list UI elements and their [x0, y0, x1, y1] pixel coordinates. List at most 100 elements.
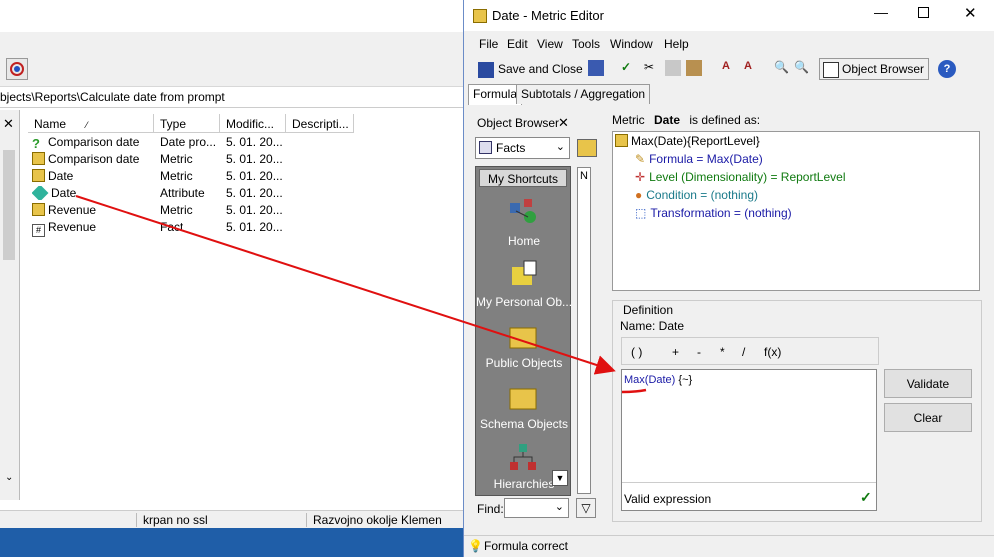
- clear-button[interactable]: Clear: [884, 403, 972, 432]
- folder-icon: [508, 322, 538, 352]
- chevron-down-icon: ⌄: [554, 501, 564, 513]
- shortcut-public-objects[interactable]: Public Objects: [476, 356, 572, 370]
- scroll-down-arrow-icon[interactable]: ▼: [552, 470, 568, 486]
- object-browser-button[interactable]: Object Browser: [819, 58, 929, 80]
- function-button[interactable]: f(x): [764, 345, 781, 359]
- editor-tabs: Formula Subtotals / Aggregation: [464, 82, 994, 105]
- metric-icon: [615, 134, 628, 147]
- column-modified[interactable]: Modific...: [220, 114, 286, 133]
- menu-file[interactable]: File: [479, 37, 498, 51]
- object-browser-header: Object Browser ✕: [477, 115, 569, 131]
- tree-root[interactable]: Max(Date){ReportLevel}: [615, 134, 760, 148]
- list-item[interactable]: Comparison date Metric 5. 01. 20...: [28, 151, 463, 168]
- metric-header: Metric Date is defined as:: [612, 113, 761, 127]
- menu-view[interactable]: View: [537, 37, 563, 51]
- refresh-icon[interactable]: [6, 58, 28, 80]
- list-item[interactable]: Date Metric 5. 01. 20...: [28, 168, 463, 185]
- metric-name: Date: [654, 113, 681, 127]
- formula-editor[interactable]: Max(Date) {~} Valid expression ✓: [621, 369, 877, 511]
- maximize-button[interactable]: [918, 7, 929, 18]
- parentheses-button[interactable]: ( ): [631, 345, 642, 359]
- menu-window[interactable]: Window: [610, 37, 653, 51]
- save-and-close-button[interactable]: Save and Close: [474, 58, 583, 80]
- list-item[interactable]: Date Attribute 5. 01. 20...: [28, 185, 463, 202]
- find-bar: Find: ⌄ ▽: [474, 498, 596, 520]
- fact-icon: #: [32, 224, 45, 237]
- tree-level[interactable]: ✛ Level (Dimensionality) = ReportLevel: [635, 170, 846, 184]
- background-status-bar: krpan no ssl Razvojno okolje Klemen: [0, 510, 463, 528]
- window-title: Date - Metric Editor: [492, 8, 604, 23]
- help-icon[interactable]: ?: [938, 60, 956, 78]
- metric-icon: [32, 203, 45, 216]
- filter-icon[interactable]: ▽: [576, 498, 596, 518]
- find-input[interactable]: ⌄: [504, 498, 569, 518]
- close-icon[interactable]: ✕: [558, 115, 569, 131]
- zoom-icon[interactable]: 🔍: [794, 60, 810, 76]
- definition-label: Definition: [623, 303, 674, 317]
- chevron-down-icon[interactable]: ⌄: [5, 472, 13, 483]
- fact-icon: [479, 141, 492, 154]
- close-icon[interactable]: ✕: [3, 116, 14, 132]
- object-browser-pane: Object Browser ✕ Facts ⌄ My Shortcuts Ho…: [474, 110, 597, 525]
- chevron-down-icon: ⌄: [555, 141, 565, 153]
- tree-condition[interactable]: ● Condition = (nothing): [635, 188, 758, 202]
- metric-editor-window: Date - Metric Editor — ✕ File Edit View …: [463, 0, 994, 557]
- condition-icon: ●: [635, 188, 643, 202]
- object-list-pane[interactable]: N: [577, 167, 591, 494]
- attribute-icon: [32, 186, 49, 200]
- metric-icon: [473, 9, 487, 23]
- tab-subtotals[interactable]: Subtotals / Aggregation: [516, 84, 651, 104]
- menu-help[interactable]: Help: [664, 37, 689, 51]
- menu-tools[interactable]: Tools: [572, 37, 600, 51]
- shortcut-home[interactable]: Home: [476, 234, 572, 248]
- shortcut-schema-objects[interactable]: Schema Objects: [476, 417, 572, 431]
- menu-edit[interactable]: Edit: [507, 37, 528, 51]
- tab-formula[interactable]: Formula: [468, 84, 523, 105]
- save-icon[interactable]: [588, 60, 604, 76]
- personal-objects-icon: [508, 259, 538, 289]
- transformation-icon: ⬚: [635, 206, 647, 220]
- list-item[interactable]: ? Comparison date Date pro... 5. 01. 20..…: [28, 134, 463, 151]
- cut-icon[interactable]: ✂: [644, 60, 660, 76]
- column-description[interactable]: Descripti...: [286, 114, 354, 133]
- multiply-button[interactable]: *: [720, 345, 725, 359]
- object-type-select[interactable]: Facts ⌄: [475, 137, 570, 159]
- valid-check-icon: ✓: [860, 489, 872, 505]
- list-item[interactable]: # Revenue Fact 5. 01. 20...: [28, 219, 463, 237]
- plus-button[interactable]: +: [672, 345, 679, 359]
- find-replace-icon[interactable]: A: [722, 60, 738, 76]
- column-type[interactable]: Type: [154, 114, 220, 133]
- save-icon: [478, 62, 494, 78]
- paste-icon[interactable]: [686, 60, 702, 76]
- zoom-icon[interactable]: 🔍: [774, 60, 790, 76]
- tree-formula[interactable]: ✎ Formula = Max(Date): [635, 152, 763, 166]
- minus-button[interactable]: -: [697, 345, 701, 359]
- parent-folder-icon[interactable]: [577, 139, 597, 157]
- folder-pane-scrollbar[interactable]: ✕ ⌄: [0, 110, 20, 500]
- minimize-button[interactable]: —: [874, 4, 888, 20]
- column-name[interactable]: Name ⁄: [28, 114, 154, 133]
- close-button[interactable]: ✕: [964, 4, 977, 22]
- shortcut-personal-objects[interactable]: My Personal Ob...: [476, 295, 572, 309]
- folder-path: bjects\Reports\Calculate date from promp…: [0, 87, 463, 108]
- background-toolbar: [0, 32, 463, 87]
- divide-button[interactable]: /: [742, 345, 745, 359]
- object-list: Name ⁄ Type Modific... Descripti... ? Comp…: [28, 114, 463, 500]
- editor-toolbar: Save and Close ✓ ✂ A A 🔍 🔍 Object Browse…: [464, 56, 994, 82]
- metric-icon: [32, 169, 45, 182]
- home-icon: [508, 197, 538, 227]
- list-item[interactable]: Revenue Metric 5. 01. 20...: [28, 202, 463, 219]
- tree-transformation[interactable]: ⬚ Transformation = (nothing): [635, 206, 792, 220]
- shortcuts-header[interactable]: My Shortcuts: [479, 169, 567, 187]
- shortcuts-panel: My Shortcuts Home My Personal Ob... Publ…: [475, 166, 572, 496]
- menu-bar: File Edit View Tools Window Help: [464, 34, 994, 54]
- validate-icon[interactable]: ✓: [621, 60, 637, 76]
- find-replace-icon[interactable]: A: [744, 60, 760, 76]
- metric-icon: [32, 152, 45, 165]
- scroll-thumb[interactable]: [3, 150, 15, 260]
- folder-icon: [508, 383, 538, 413]
- copy-icon[interactable]: [665, 60, 681, 76]
- validation-status: Valid expression: [624, 492, 712, 506]
- object-browser-icon: [823, 62, 839, 78]
- validate-button[interactable]: Validate: [884, 369, 972, 398]
